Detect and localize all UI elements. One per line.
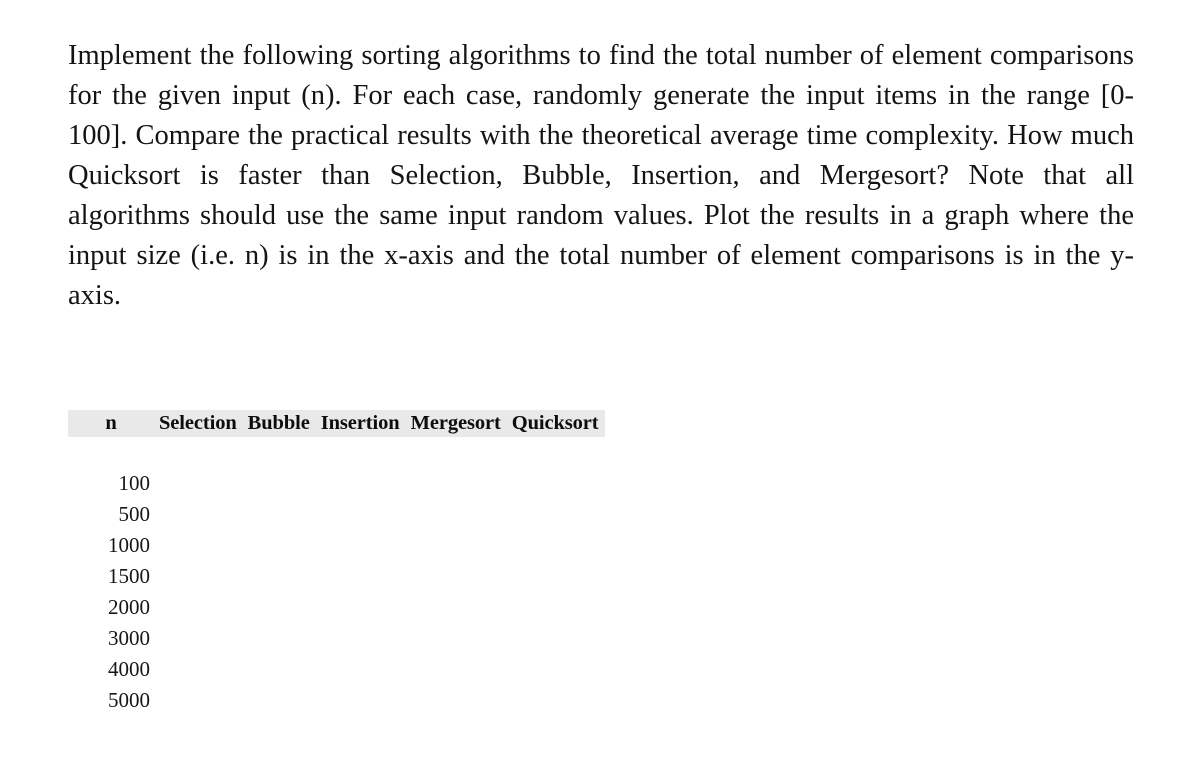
cell-selection[interactable] xyxy=(150,654,241,685)
cell-insertion[interactable] xyxy=(314,468,404,499)
cell-mergesort[interactable] xyxy=(404,530,505,561)
cell-bubble[interactable] xyxy=(241,499,314,530)
question-paragraph: Implement the following sorting algorith… xyxy=(68,40,1134,311)
cell-quicksort[interactable] xyxy=(505,623,605,654)
cell-quicksort[interactable] xyxy=(505,654,605,685)
cell-mergesort[interactable] xyxy=(404,592,505,623)
table-row: 1000 xyxy=(68,530,605,561)
cell-quicksort[interactable] xyxy=(505,499,605,530)
cell-mergesort[interactable] xyxy=(404,654,505,685)
table-row: 5000 xyxy=(68,685,605,716)
cell-selection[interactable] xyxy=(150,592,241,623)
column-header-selection: Selection xyxy=(159,412,237,434)
cell-quicksort[interactable] xyxy=(505,685,605,716)
cell-bubble[interactable] xyxy=(241,685,314,716)
table-row: 100 xyxy=(68,468,605,499)
cell-bubble[interactable] xyxy=(241,654,314,685)
cell-insertion[interactable] xyxy=(314,561,404,592)
results-table: n Selection Bubble Insertion Mergesort Q… xyxy=(68,410,605,716)
results-table-header: n Selection Bubble Insertion Mergesort Q… xyxy=(68,410,605,437)
cell-bubble[interactable] xyxy=(241,468,314,499)
cell-bubble[interactable] xyxy=(241,592,314,623)
cell-selection[interactable] xyxy=(150,561,241,592)
table-header-row: n Selection Bubble Insertion Mergesort Q… xyxy=(68,410,605,437)
cell-insertion[interactable] xyxy=(314,623,404,654)
table-spacer-cell xyxy=(68,437,605,468)
cell-quicksort[interactable] xyxy=(505,468,605,499)
table-row: 500 xyxy=(68,499,605,530)
column-header-insertion: Insertion xyxy=(320,412,400,434)
cell-n: 3000 xyxy=(108,626,150,650)
cell-mergesort[interactable] xyxy=(404,623,505,654)
document-page: Implement the following sorting algorith… xyxy=(0,0,1200,761)
cell-n: 5000 xyxy=(108,688,150,712)
cell-quicksort[interactable] xyxy=(505,592,605,623)
cell-quicksort[interactable] xyxy=(505,561,605,592)
cell-n: 1000 xyxy=(108,533,150,557)
cell-insertion[interactable] xyxy=(314,654,404,685)
cell-insertion[interactable] xyxy=(314,530,404,561)
cell-mergesort[interactable] xyxy=(404,561,505,592)
table-row: 4000 xyxy=(68,654,605,685)
column-header-quicksort: Quicksort xyxy=(511,412,599,434)
cell-selection[interactable] xyxy=(150,499,241,530)
cell-selection[interactable] xyxy=(150,623,241,654)
cell-insertion[interactable] xyxy=(314,685,404,716)
cell-n: 2000 xyxy=(108,595,150,619)
cell-selection[interactable] xyxy=(150,685,241,716)
cell-bubble[interactable] xyxy=(241,530,314,561)
column-header-bubble: Bubble xyxy=(247,412,310,434)
results-table-body: 100 500 1000 1500 2000 3000 4000 5000 xyxy=(68,437,605,716)
column-header-mergesort: Mergesort xyxy=(410,412,501,434)
cell-selection[interactable] xyxy=(150,530,241,561)
cell-mergesort[interactable] xyxy=(404,499,505,530)
table-row: 1500 xyxy=(68,561,605,592)
question-block: Implement the following sorting algorith… xyxy=(68,36,1134,356)
cell-mergesort[interactable] xyxy=(404,468,505,499)
column-header-n: n xyxy=(105,412,117,434)
cell-n: 100 xyxy=(118,471,151,495)
cell-bubble[interactable] xyxy=(241,623,314,654)
table-row: 2000 xyxy=(68,592,605,623)
table-row: 3000 xyxy=(68,623,605,654)
cell-insertion[interactable] xyxy=(314,499,404,530)
results-table-container: n Selection Bubble Insertion Mergesort Q… xyxy=(68,410,628,716)
cell-selection[interactable] xyxy=(150,468,241,499)
cell-n: 4000 xyxy=(108,657,150,681)
cell-bubble[interactable] xyxy=(241,561,314,592)
cell-quicksort[interactable] xyxy=(505,530,605,561)
cell-n: 1500 xyxy=(108,564,150,588)
cell-n: 500 xyxy=(118,502,151,526)
table-spacer-row xyxy=(68,437,605,468)
cell-mergesort[interactable] xyxy=(404,685,505,716)
cell-insertion[interactable] xyxy=(314,592,404,623)
